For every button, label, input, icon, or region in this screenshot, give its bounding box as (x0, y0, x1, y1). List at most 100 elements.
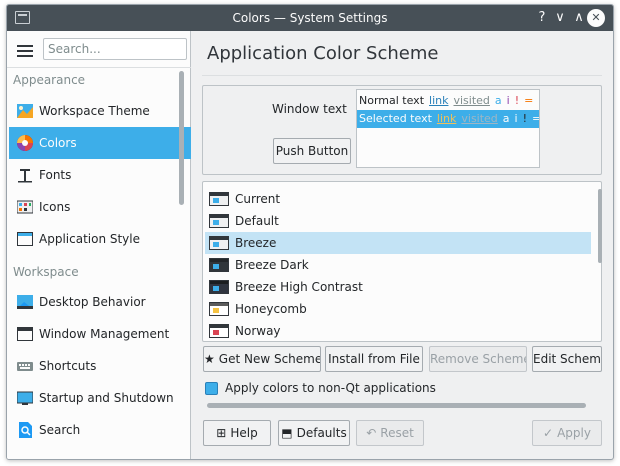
help-icon: ⊞ (216, 426, 227, 440)
scheme-swatch-icon (209, 302, 229, 316)
scheme-swatch-icon (209, 258, 229, 272)
sidebar-item-label: Icons (39, 200, 71, 214)
scheme-swatch-icon (209, 192, 229, 206)
normal-visited: visited (453, 94, 490, 107)
startup-shutdown-icon (17, 391, 33, 405)
scheme-name: Breeze High Contrast (235, 280, 363, 294)
scheme-list[interactable]: Current Default Breeze Breeze Dark Breez… (202, 181, 602, 342)
apply-non-qt-checkbox[interactable] (205, 382, 218, 395)
scheme-swatch-icon (209, 236, 229, 250)
scheme-item-norway[interactable]: Norway (205, 320, 591, 341)
sidebar: Appearance Workspace Theme Colors Fonts … (7, 31, 191, 459)
sidebar-item-label: Colors (39, 136, 77, 150)
view-sample: Normal text link visited ai! = + Selected tex… (356, 89, 540, 168)
workspace-theme-icon (17, 104, 33, 118)
normal-link: link (429, 94, 449, 107)
scheme-swatch-icon (209, 324, 229, 338)
help-button[interactable]: ⊞ Help (203, 420, 271, 446)
normal-negative: ! (514, 94, 520, 107)
get-new-scheme-label: Get New Scheme (218, 352, 321, 366)
sidebar-item-fonts[interactable]: Fonts (9, 159, 191, 191)
maximize-icon[interactable]: ∧ (570, 9, 588, 27)
selected-text-row: Selected textlinkvisitedai!=+ (357, 110, 539, 128)
help-label: Help (230, 426, 258, 440)
sidebar-item-label: Fonts (39, 168, 72, 182)
push-button-preview[interactable]: Push Button (273, 138, 351, 164)
star-icon: ★ (204, 352, 215, 366)
normal-inactive: i (506, 94, 510, 107)
sidebar-item-desktop-behavior[interactable]: Desktop Behavior (9, 286, 191, 318)
title-bar[interactable]: Colors — System Settings ? ∨ ∧ ✕ (7, 5, 613, 31)
scheme-item-default[interactable]: Default (205, 210, 591, 232)
sidebar-item-label: Desktop Behavior (39, 295, 146, 309)
fonts-icon (18, 169, 32, 183)
sidebar-item-label: Startup and Shutdown (39, 391, 174, 405)
scheme-name: Breeze Dark (235, 258, 309, 272)
system-settings-window: Colors — System Settings ? ∨ ∧ ✕ Appeara… (6, 4, 614, 460)
selected-text: Selected text (359, 112, 432, 125)
edit-scheme-button[interactable]: Edit Scheme (532, 346, 602, 372)
defaults-icon: ⬒ (281, 426, 293, 440)
search-icon (19, 422, 32, 438)
close-icon[interactable]: ✕ (587, 9, 605, 27)
reset-button[interactable]: ↶ Reset (356, 420, 424, 446)
scheme-item-breeze[interactable]: Breeze (205, 232, 591, 254)
selected-visited: visited (461, 112, 498, 125)
sidebar-item-startup-shutdown[interactable]: Startup and Shutdown (9, 382, 191, 414)
undo-icon: ↶ (366, 426, 377, 440)
scheme-swatch-icon (209, 214, 229, 228)
icons-icon (17, 200, 33, 214)
sidebar-divider (7, 67, 191, 68)
selected-link: link (436, 112, 457, 125)
normal-neutral: = (524, 94, 534, 107)
scheme-item-breeze-dark[interactable]: Breeze Dark (205, 254, 591, 276)
install-from-file-button[interactable]: Install from File (325, 346, 423, 372)
window-management-icon (17, 327, 33, 341)
title-divider (202, 75, 602, 76)
sidebar-item-label: Window Management (39, 327, 170, 341)
scheme-item-honeycomb[interactable]: Honeycomb (205, 298, 591, 320)
scheme-name: Current (235, 192, 281, 206)
selected-neutral: = (532, 112, 539, 125)
sidebar-item-label: Workspace Theme (39, 104, 150, 118)
help-question-icon[interactable]: ? (533, 9, 551, 27)
sidebar-item-shortcuts[interactable]: Shortcuts (9, 350, 191, 382)
search-input[interactable] (43, 38, 187, 60)
apply-non-qt-label[interactable]: Apply colors to non-Qt applications (225, 381, 436, 395)
normal-positive: + (538, 94, 539, 107)
desktop-behavior-icon (17, 295, 33, 309)
scheme-name: Breeze (235, 236, 277, 250)
window-text-label: Window text (272, 102, 347, 116)
scheme-item-breeze-high-contrast[interactable]: Breeze High Contrast (205, 276, 591, 298)
normal-text: Normal text (359, 94, 425, 107)
scheme-name: Default (235, 214, 279, 228)
section-appearance: Appearance (13, 73, 86, 87)
hamburger-menu-icon[interactable] (17, 45, 33, 57)
sidebar-item-label: Shortcuts (39, 359, 97, 373)
sidebar-item-colors[interactable]: Colors (9, 127, 191, 159)
sidebar-item-icons[interactable]: Icons (9, 191, 191, 223)
horizontal-scrollbar[interactable] (207, 403, 586, 408)
defaults-label: Defaults (296, 426, 347, 440)
sidebar-item-search[interactable]: Search (9, 414, 191, 446)
sidebar-item-label: Search (39, 423, 81, 437)
sidebar-item-workspace-theme[interactable]: Workspace Theme (9, 95, 191, 127)
sidebar-item-window-management[interactable]: Window Management (9, 318, 191, 350)
get-new-scheme-button[interactable]: ★ Get New Scheme (203, 346, 321, 372)
scheme-item-current[interactable]: Current (205, 188, 591, 210)
sidebar-item-application-style[interactable]: Application Style (9, 223, 191, 255)
minimize-icon[interactable]: ∨ (551, 9, 569, 27)
scheme-list-scrollbar[interactable] (598, 189, 602, 263)
defaults-button[interactable]: ⬒ Defaults (278, 420, 350, 446)
sidebar-scrollbar[interactable] (179, 71, 184, 205)
window-title: Colors — System Settings (232, 11, 388, 25)
selected-active: a (502, 112, 510, 125)
sidebar-item-label: Application Style (39, 232, 141, 246)
reset-label: Reset (380, 426, 414, 440)
remove-scheme-button[interactable]: Remove Scheme (429, 346, 527, 372)
apply-button[interactable]: ✓ Apply (532, 420, 602, 446)
scheme-swatch-icon (209, 280, 229, 294)
apply-label: Apply (557, 426, 591, 440)
keyboard-icon (17, 362, 33, 371)
colors-icon (17, 135, 33, 151)
